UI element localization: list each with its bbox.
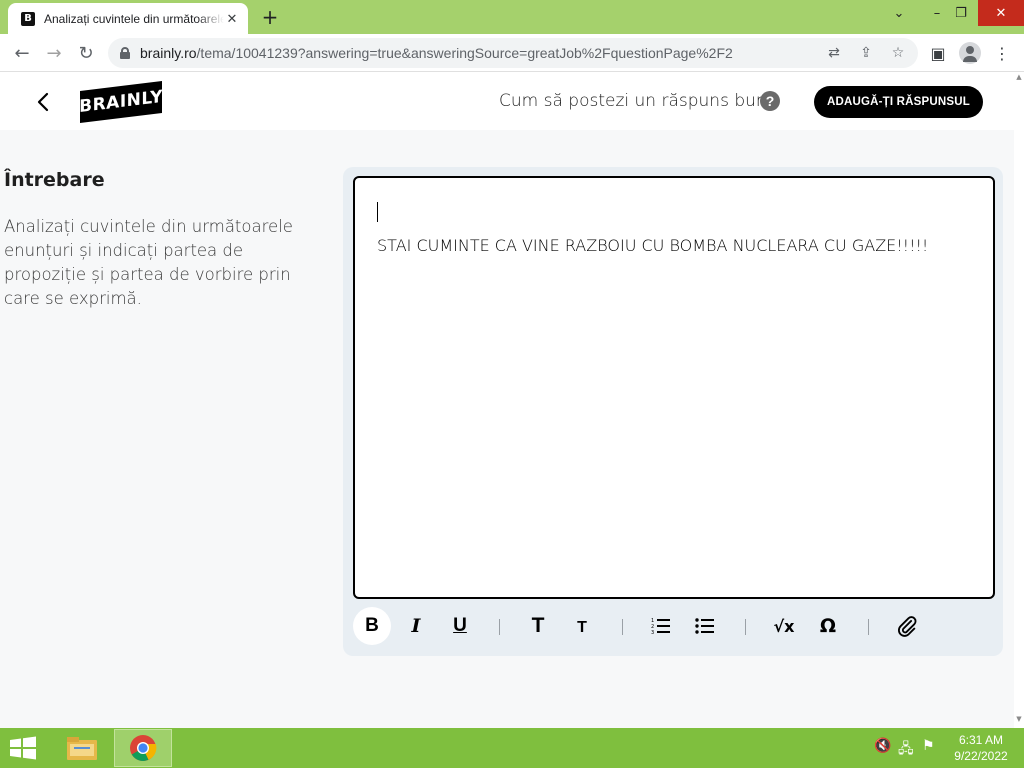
network-icon[interactable]: 🖧: [898, 738, 914, 762]
bullet-list-svg: [695, 618, 714, 634]
ordered-list-svg: 1 2 3: [651, 618, 670, 635]
browser-tab[interactable]: B Analizați cuvintele din următoarele ✕: [8, 3, 248, 34]
chrome-taskbar-item[interactable]: [114, 729, 172, 767]
action-center-flag-icon[interactable]: ⚑: [922, 738, 935, 754]
answer-text[interactable]: STAI CUMINTE CA VINE RAZBOIU CU BOMBA NU…: [377, 236, 928, 255]
question-heading: Întrebare: [4, 169, 105, 191]
paperclip-svg: [898, 616, 917, 637]
special-characters-button[interactable]: Ω: [809, 607, 847, 645]
math-button[interactable]: √x: [765, 607, 803, 645]
bullet-list-icon[interactable]: [686, 607, 724, 645]
toolbar-divider: [745, 619, 746, 635]
tab-search-chevron-icon[interactable]: ⌄: [882, 0, 916, 26]
answer-section: Întrebare Analizați cuvintele din următo…: [0, 130, 1014, 728]
file-explorer-icon: [67, 737, 97, 760]
page-back-arrow-icon[interactable]: [32, 90, 56, 114]
ordered-list-icon[interactable]: 1 2 3: [642, 607, 680, 645]
tab-close-icon[interactable]: ✕: [224, 11, 240, 27]
browser-tab-strip: B Analizați cuvintele din următoarele ✕ …: [0, 0, 1024, 34]
url-text: brainly.ro/tema/10041239?answering=true&…: [140, 45, 733, 61]
scroll-down-arrow-icon[interactable]: ▼: [1014, 714, 1024, 724]
url-host: brainly.ro: [140, 45, 197, 61]
translate-icon[interactable]: ⇄: [824, 43, 844, 63]
restore-icon[interactable]: ❐: [944, 0, 978, 26]
italic-button[interactable]: I: [397, 607, 435, 645]
scroll-up-arrow-icon[interactable]: ▲: [1014, 72, 1024, 82]
menu-kebab-icon[interactable]: ⋮: [990, 41, 1014, 65]
lock-icon[interactable]: [120, 47, 130, 59]
bold-button[interactable]: B: [353, 607, 391, 645]
toolbar-divider: [868, 619, 869, 635]
svg-text:3: 3: [651, 630, 654, 635]
brainly-logo[interactable]: BRAINLY: [79, 80, 163, 124]
heading-large-button[interactable]: T: [519, 607, 557, 645]
page-content: BRAINLY Cum să postezi un răspuns bun ? …: [0, 72, 1014, 728]
how-to-answer-link[interactable]: Cum să postezi un răspuns bun: [499, 91, 767, 111]
answer-editor[interactable]: STAI CUMINTE CA VINE RAZBOIU CU BOMBA NU…: [353, 176, 995, 599]
clock-date: 9/22/2022: [954, 749, 1008, 763]
volume-muted-icon[interactable]: 🔇: [874, 738, 891, 754]
chrome-icon: [130, 735, 157, 761]
page-scrollbar[interactable]: [1014, 72, 1024, 728]
clock-time: 6:31 AM: [958, 733, 1004, 747]
side-panel-icon[interactable]: ▣: [926, 41, 950, 65]
underline-button[interactable]: U: [441, 607, 479, 645]
share-icon[interactable]: ⇪: [856, 43, 876, 63]
file-explorer-taskbar-item[interactable]: [53, 729, 111, 767]
brainly-favicon-icon: B: [21, 11, 35, 26]
tab-title: Analizați cuvintele din următoarele: [44, 11, 224, 26]
heading-small-button[interactable]: T: [563, 607, 601, 645]
new-tab-button[interactable]: +: [259, 5, 281, 29]
close-window-icon[interactable]: ✕: [978, 0, 1024, 26]
question-text: Analizați cuvintele din următoarele enun…: [4, 217, 293, 308]
forward-icon[interactable]: →: [42, 41, 66, 65]
help-icon[interactable]: ?: [760, 91, 780, 111]
bookmark-star-icon[interactable]: ☆: [888, 43, 908, 63]
answer-editor-container: STAI CUMINTE CA VINE RAZBOIU CU BOMBA NU…: [343, 167, 1003, 656]
windows-start-icon[interactable]: [8, 736, 38, 760]
url-path: /tema/10041239?answering=true&answeringS…: [196, 45, 733, 61]
system-clock[interactable]: 6:31 AM 9/22/2022: [950, 732, 1012, 764]
add-answer-button[interactable]: ADAUGĂ-ȚI RĂSPUNSUL: [814, 86, 983, 118]
toolbar-divider: [622, 619, 623, 635]
browser-toolbar: ← → ↻ brainly.ro/tema/10041239?answering…: [0, 34, 1024, 72]
text-caret: [377, 202, 378, 222]
windows-taskbar: 🔇 🖧 ⚑ 6:31 AM 9/22/2022: [0, 728, 1024, 768]
toolbar-divider: [499, 619, 500, 635]
attachment-icon[interactable]: [888, 607, 926, 645]
back-icon[interactable]: ←: [10, 41, 34, 65]
profile-icon[interactable]: [959, 42, 981, 64]
reload-icon[interactable]: ↻: [74, 41, 98, 65]
address-bar[interactable]: brainly.ro/tema/10041239?answering=true&…: [108, 38, 918, 68]
